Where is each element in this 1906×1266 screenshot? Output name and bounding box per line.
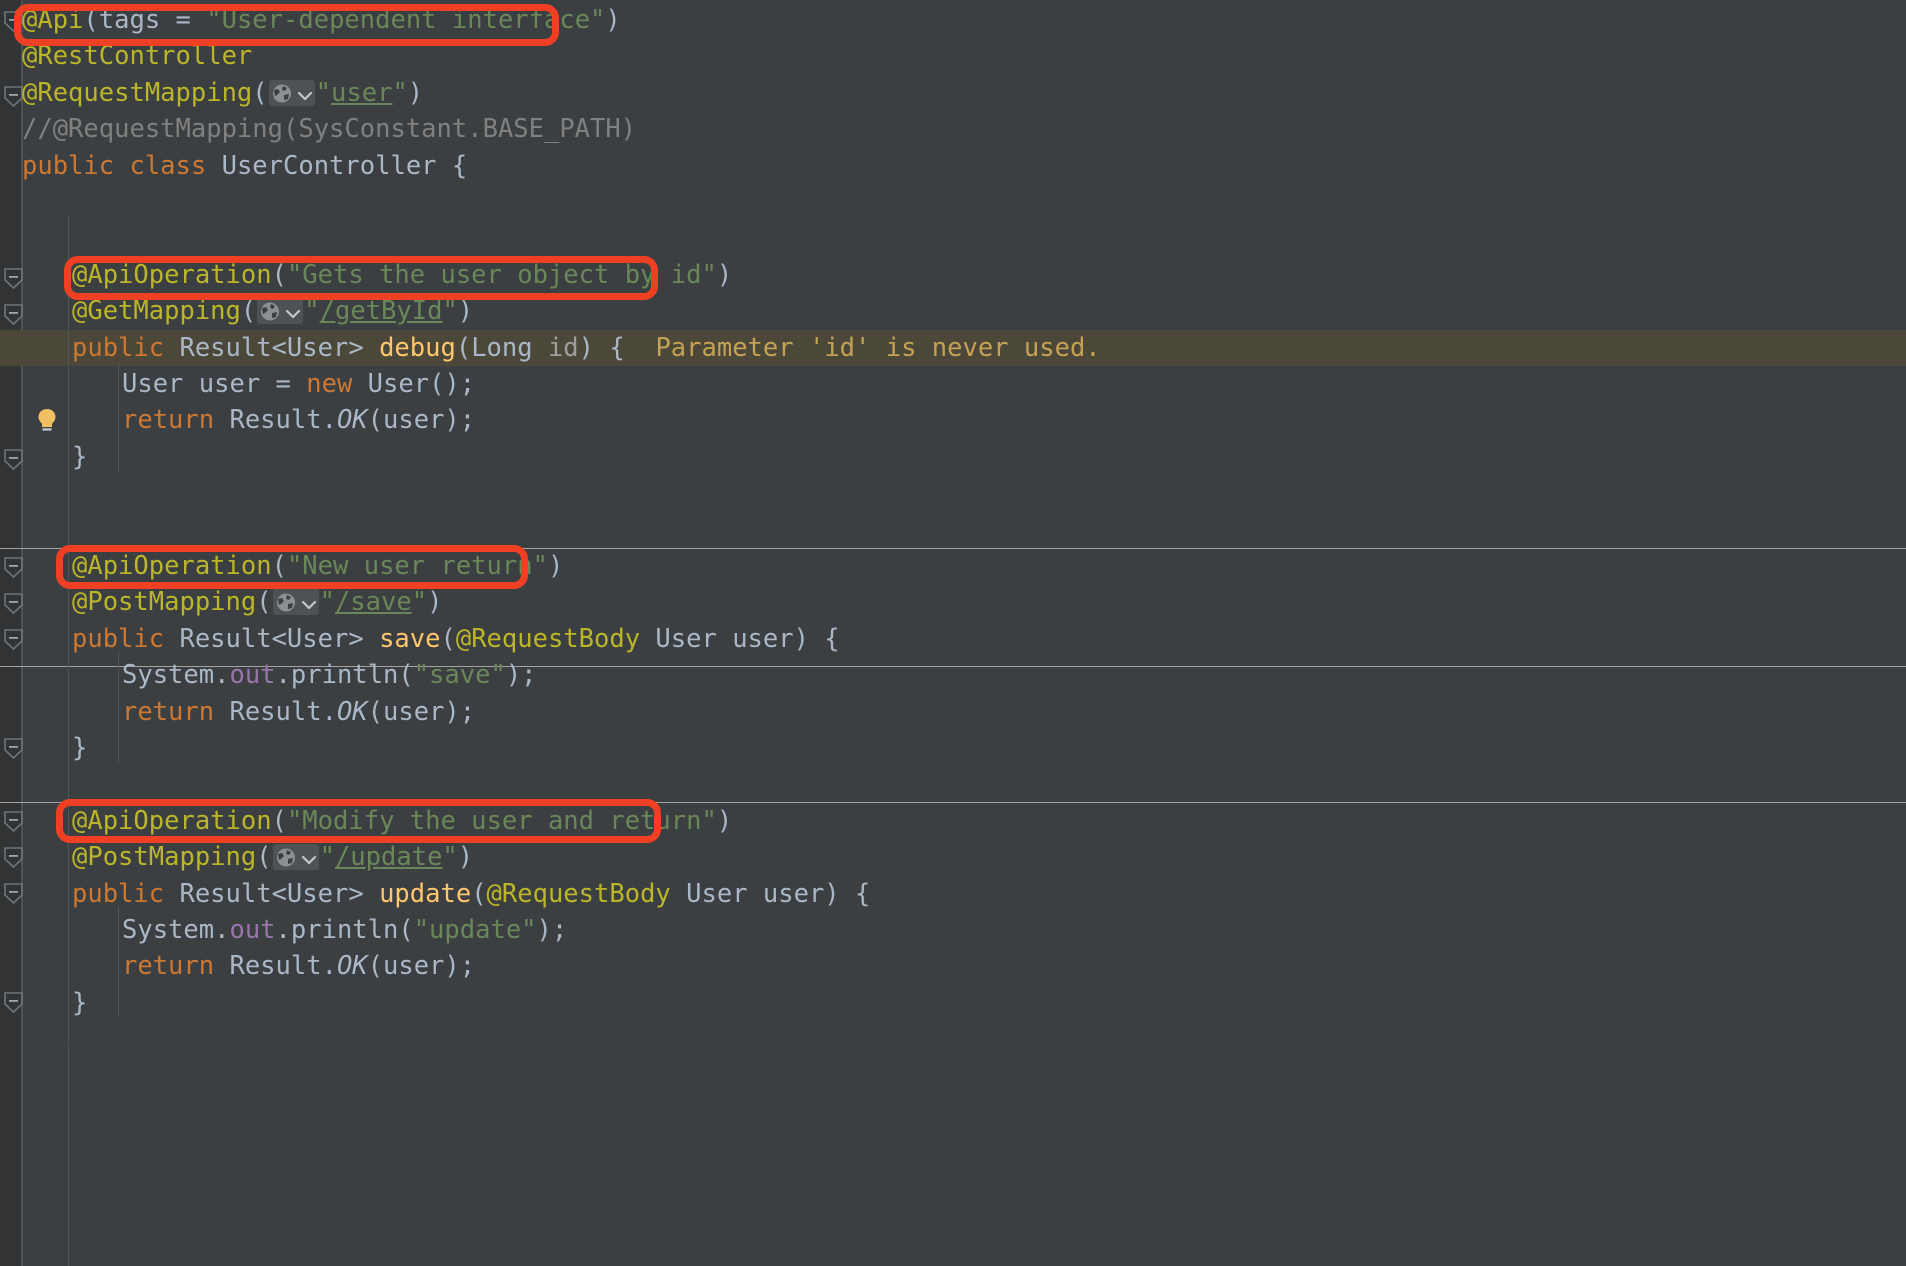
- lightbulb-icon[interactable]: [32, 369, 62, 432]
- code-line[interactable]: }: [0, 439, 1906, 475]
- code-line-text: public class UserController {: [22, 150, 468, 181]
- code-line[interactable]: [0, 512, 1906, 548]
- code-line-group[interactable]: @Api(tags = "User-dependent interface") @…: [0, 0, 1906, 1266]
- globe-icon[interactable]: [272, 589, 319, 616]
- code-line[interactable]: }: [0, 730, 1906, 766]
- code-line[interactable]: public Result<User> debug(Long id) { Par…: [0, 329, 1906, 366]
- code-line[interactable]: @ApiOperation("Gets the user object by i…: [0, 257, 1906, 293]
- code-line-text: @GetMapping("/getById"): [72, 296, 474, 327]
- globe-icon[interactable]: [257, 298, 304, 325]
- code-line[interactable]: //@RequestMapping(SysConstant.BASE_PATH): [0, 111, 1906, 147]
- code-line[interactable]: [0, 766, 1906, 802]
- indent-guide: [68, 806, 69, 1044]
- code-line-text: return Result.OK(user);: [122, 696, 476, 727]
- code-line[interactable]: @ApiOperation("Modify the user and retur…: [0, 803, 1906, 839]
- code-line-text: return Result.OK(user);: [122, 951, 476, 982]
- indent-guide: [118, 906, 119, 1016]
- code-line[interactable]: @RestController: [0, 38, 1906, 74]
- code-line[interactable]: [0, 475, 1906, 511]
- code-line-text: @ApiOperation("New user return"): [72, 551, 564, 581]
- code-line[interactable]: public class UserController {: [0, 148, 1906, 184]
- code-line-text: @ApiOperation("Modify the user and retur…: [72, 805, 733, 836]
- indent-guide: [118, 652, 119, 762]
- code-line[interactable]: @Api(tags = "User-dependent interface"): [0, 2, 1906, 38]
- code-line[interactable]: @RequestMapping("user"): [0, 75, 1906, 111]
- code-line[interactable]: @PostMapping("/update"): [0, 839, 1906, 875]
- code-line-text: @PostMapping("/save"): [72, 587, 443, 618]
- code-line[interactable]: @PostMapping("/save"): [0, 584, 1906, 620]
- code-line[interactable]: public Result<User> update(@RequestBody …: [0, 876, 1906, 912]
- code-line[interactable]: System.out.println("update");: [0, 912, 1906, 948]
- code-line-text: public Result<User> debug(Long id) { Par…: [72, 332, 1101, 363]
- code-line[interactable]: [0, 220, 1906, 256]
- code-line-text: public Result<User> update(@RequestBody …: [72, 878, 871, 909]
- code-line-text: @PostMapping("/update"): [72, 842, 474, 873]
- code-line[interactable]: return Result.OK(user);: [0, 948, 1906, 984]
- indent-guide: [118, 362, 119, 472]
- code-line-text: return Result.OK(user);: [122, 405, 476, 436]
- code-line[interactable]: return Result.OK(user);: [0, 694, 1906, 730]
- indent-guide: [68, 552, 69, 800]
- code-line-text: @Api(tags = "User-dependent interface"): [22, 5, 621, 35]
- code-line[interactable]: }: [0, 985, 1906, 1021]
- code-line-text: @RestController: [22, 41, 253, 72]
- code-line[interactable]: System.out.println("save");: [0, 657, 1906, 693]
- code-line[interactable]: public Result<User> save(@RequestBody Us…: [0, 621, 1906, 657]
- code-line[interactable]: @GetMapping("/getById"): [0, 293, 1906, 329]
- code-line-text: System.out.println("save");: [122, 660, 537, 691]
- globe-icon[interactable]: [272, 844, 319, 871]
- code-editor[interactable]: @Api(tags = "User-dependent interface") @…: [0, 0, 1906, 1266]
- code-line-text: }: [72, 733, 88, 763]
- code-line-text: }: [72, 441, 88, 472]
- globe-icon[interactable]: [268, 79, 315, 106]
- code-line-text: public Result<User> save(@RequestBody Us…: [72, 623, 840, 654]
- code-line[interactable]: User user = new User();: [0, 366, 1906, 432]
- indent-guide: [68, 1046, 69, 1266]
- code-line-text: //@RequestMapping(SysConstant.BASE_PATH): [22, 114, 637, 145]
- code-line-text: User user = new User();: [122, 369, 476, 399]
- code-line[interactable]: return Result.OK(user);: [0, 402, 1906, 438]
- code-line-text: }: [72, 987, 88, 1018]
- code-line-text: @ApiOperation("Gets the user object by i…: [72, 259, 733, 290]
- code-line[interactable]: @ApiOperation("New user return"): [0, 548, 1906, 584]
- code-line-text: @RequestMapping("user"): [22, 77, 424, 108]
- indent-guide: [68, 216, 69, 548]
- code-line-text: System.out.println("update");: [122, 915, 568, 945]
- code-line[interactable]: [0, 184, 1906, 220]
